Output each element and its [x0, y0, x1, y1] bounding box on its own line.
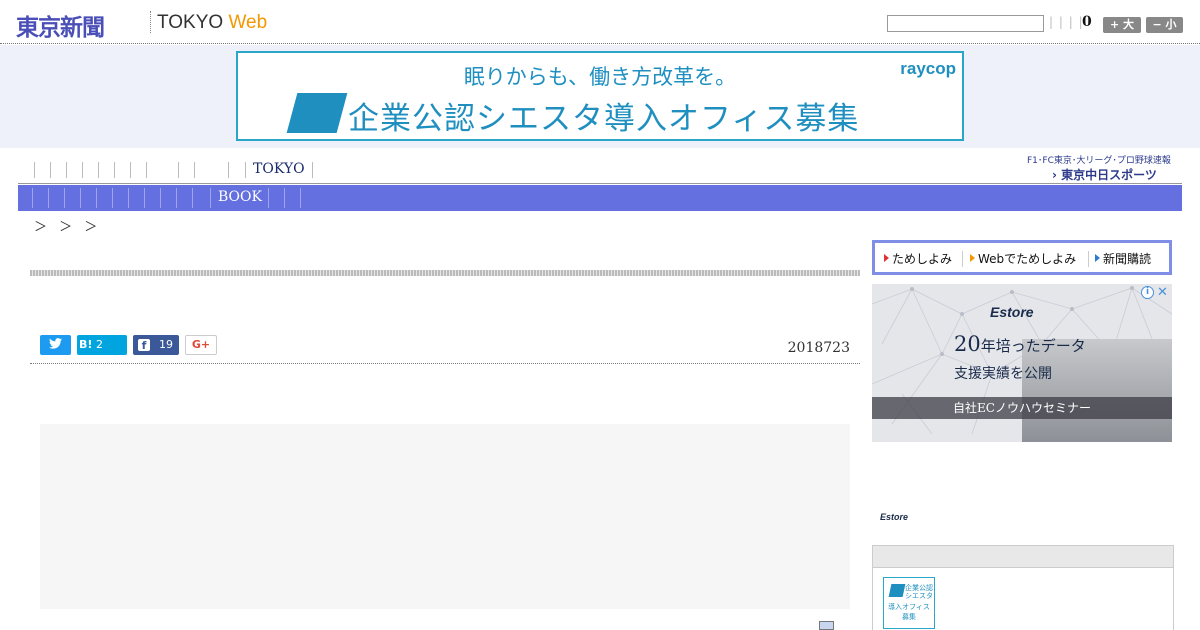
- trial-read-link[interactable]: ためしよみ: [884, 250, 952, 267]
- arrow-icon: [1095, 254, 1100, 262]
- header-counter: 0: [1082, 14, 1092, 30]
- headline-rule: [30, 270, 860, 276]
- subscribe-label: 新聞購読: [1103, 252, 1152, 266]
- google-plus-button[interactable]: G+: [185, 335, 217, 355]
- web-trial-read-link[interactable]: Webでためしよみ: [970, 250, 1076, 267]
- logo-en-main: TOKYO: [157, 12, 224, 33]
- font-size-smaller-button[interactable]: − 小: [1146, 17, 1183, 33]
- meta-rule: [30, 363, 860, 364]
- nav-divider: [160, 188, 161, 208]
- twitter-icon: [49, 338, 62, 349]
- article-photo-placeholder: [40, 424, 850, 609]
- link-divider: [962, 251, 963, 267]
- arrow-icon: [970, 254, 975, 262]
- nav-divider: [146, 162, 147, 178]
- nav-divider: [130, 162, 131, 178]
- facebook-share-button[interactable]: f 19: [133, 335, 179, 355]
- nav-item-tokyo[interactable]: TOKYO: [253, 161, 305, 177]
- nav-divider: [114, 162, 115, 178]
- secondary-nav: [18, 185, 1182, 211]
- nav-divider: [96, 188, 97, 208]
- nav-divider: [268, 188, 269, 208]
- sidebar-ad[interactable]: Estore 20年培ったデータ 支援実績を公開 自社ECノウハウセミナー: [872, 284, 1172, 442]
- site-header: 東京新聞 TOKYO Web | | | | 0 + 大 − 小: [0, 0, 1200, 44]
- nav-divider: [312, 162, 313, 178]
- nav-divider: [192, 188, 193, 208]
- nav-divider: [66, 162, 67, 178]
- facebook-icon: f: [138, 339, 150, 352]
- siesta-logo-icon: [286, 93, 348, 133]
- siesta-thumbnail-ad[interactable]: 企業公認 シエスタ 導入オフィス 募集: [883, 577, 935, 629]
- nav-divider: [176, 188, 177, 208]
- chunichi-sports-logo[interactable]: › 東京中日スポーツ: [1052, 166, 1157, 183]
- estore-logo: Estore: [990, 304, 1034, 320]
- trial-read-label: ためしよみ: [892, 252, 953, 266]
- thumb-line1: 企業公認 シエスタ: [905, 584, 933, 600]
- ad-headline: 20年培ったデータ: [954, 332, 1086, 356]
- nav-divider: [112, 188, 113, 208]
- estore-small-logo[interactable]: Estore: [880, 512, 908, 522]
- print-icon[interactable]: [819, 621, 834, 630]
- ad-caption: 自社ECノウハウセミナー: [872, 397, 1172, 419]
- arrow-icon: [884, 254, 889, 262]
- nav-item-book[interactable]: BOOK: [218, 189, 262, 205]
- link-divider: [1088, 251, 1089, 267]
- facebook-count: 19: [159, 338, 173, 351]
- nav-divider: [48, 188, 49, 208]
- nav-divider: [178, 162, 179, 178]
- nav-divider: [34, 162, 35, 178]
- nav-divider: [284, 188, 285, 208]
- hatena-count: 2: [96, 338, 103, 351]
- nav-divider: [98, 162, 99, 178]
- logo-divider: [150, 11, 151, 33]
- web-trial-read-label: Webでためしよみ: [978, 252, 1077, 266]
- nav-divider: [82, 162, 83, 178]
- search-input[interactable]: [887, 15, 1044, 32]
- article-date: 2018723: [787, 340, 850, 356]
- subscribe-link[interactable]: 新聞購読: [1095, 250, 1151, 267]
- top-banner-ad[interactable]: 眠りからも、働き方改革を。 企業公認シエスタ導入オフィス募集 raycop: [236, 51, 964, 141]
- site-logo-jp[interactable]: 東京新聞: [16, 8, 105, 42]
- sports-link-text[interactable]: F1･FC東京･大リーグ･プロ野球速報: [1027, 153, 1171, 166]
- nav-divider: [64, 188, 65, 208]
- nav-divider: [245, 162, 246, 178]
- hatena-bookmark-button[interactable]: B! 2: [77, 335, 127, 355]
- siesta-logo-icon: [888, 584, 906, 597]
- site-logo-en[interactable]: TOKYO Web: [157, 12, 267, 34]
- nav-divider: [32, 188, 33, 208]
- sidebar-panel: 企業公認 シエスタ 導入オフィス 募集: [872, 545, 1174, 630]
- banner-brand-logo: raycop: [900, 59, 956, 78]
- nav-divider: [194, 162, 195, 178]
- ad-close-icon[interactable]: ✕: [1157, 285, 1168, 300]
- adchoices-info-icon[interactable]: i: [1141, 286, 1154, 299]
- subscription-links: ためしよみ Webでためしよみ 新聞購読: [872, 240, 1172, 275]
- nav-divider: [128, 188, 129, 208]
- ad-subheadline: 支援実績を公開: [954, 366, 1052, 382]
- nav-divider: [210, 188, 211, 208]
- nav-divider: [144, 188, 145, 208]
- nav-divider: [80, 188, 81, 208]
- banner-headline: 眠りからも、働き方改革を。: [463, 65, 737, 89]
- nav-divider: [228, 162, 229, 178]
- font-size-bigger-button[interactable]: + 大: [1103, 17, 1141, 33]
- logo-en-accent: Web: [228, 12, 268, 33]
- nav-divider: [300, 188, 301, 208]
- ad-headline-text: 年培ったデータ: [980, 337, 1086, 355]
- ad-headline-number: 20: [954, 332, 981, 356]
- header-link-separators: | | | |: [1049, 15, 1084, 29]
- nav-divider: [50, 162, 51, 178]
- sidebar-panel-header: [873, 546, 1173, 568]
- banner-title: 企業公認シエスタ導入オフィス募集: [348, 101, 860, 137]
- thumb-line2: 導入オフィス 募集: [888, 603, 930, 621]
- hatena-icon: B!: [79, 338, 93, 351]
- nav-rule: [18, 183, 1182, 184]
- twitter-share-button[interactable]: [40, 335, 71, 355]
- breadcrumb[interactable]: ＞ ＞ ＞: [34, 216, 101, 235]
